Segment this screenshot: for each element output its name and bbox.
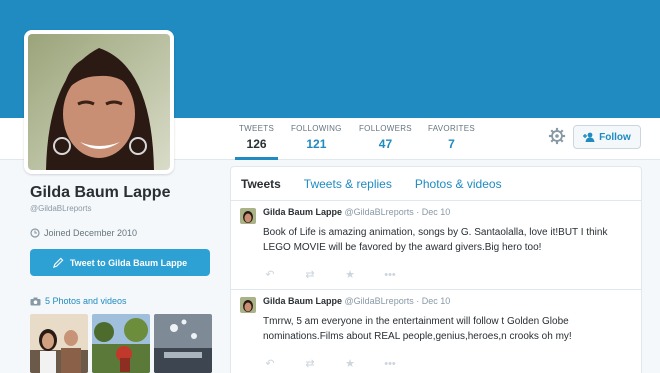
stat-tweets-value: 126 [246, 137, 267, 151]
profile-handle[interactable]: @GildaBLreports [30, 204, 91, 213]
tweet-item[interactable]: Gilda Baum Lappe @GildaBLreports · Dec 1… [231, 290, 641, 373]
tweet-author-name[interactable]: Gilda Baum Lappe [263, 207, 342, 217]
tweet-actions: ↶ ⇄ ★ ••• [263, 358, 397, 370]
stat-favorites-label: FAVORITES [428, 124, 476, 133]
stat-favorites-value: 7 [448, 137, 455, 151]
stat-followers[interactable]: FOLLOWERS 47 [359, 124, 412, 151]
favorite-icon[interactable]: ★ [343, 269, 357, 281]
tweet-actions: ↶ ⇄ ★ ••• [263, 269, 397, 281]
tab-tweets-replies[interactable]: Tweets & replies [304, 177, 392, 191]
calendar-clock-icon [30, 228, 40, 238]
joined-date-text: Joined December 2010 [44, 228, 138, 238]
tweet-text: Book of Life is amazing animation, songs… [263, 227, 608, 253]
tweet-header: Gilda Baum Lappe @GildaBLreports · Dec 1… [263, 207, 631, 217]
photo-thumbnails [30, 314, 212, 373]
tweet-avatar[interactable] [240, 208, 256, 224]
tweet-to-button[interactable]: Tweet to Gilda Baum Lappe [30, 249, 210, 276]
retweet-icon[interactable]: ⇄ [303, 358, 317, 370]
stat-following-value: 121 [306, 137, 327, 151]
follow-button-label: Follow [599, 131, 631, 143]
tweet-item[interactable]: Gilda Baum Lappe @GildaBLreports · Dec 1… [231, 201, 641, 290]
reply-icon[interactable]: ↶ [263, 269, 277, 281]
stat-followers-label: FOLLOWERS [359, 124, 412, 133]
joined-date: Joined December 2010 [30, 228, 137, 238]
timeline-tabs: Tweets Tweets & replies Photos & videos [231, 167, 641, 201]
photo-thumbnail[interactable] [30, 314, 88, 373]
tweet-meta: @GildaBLreports · Dec 10 [344, 207, 451, 217]
reply-icon[interactable]: ↶ [263, 358, 277, 370]
more-icon[interactable]: ••• [383, 269, 397, 281]
more-icon[interactable]: ••• [383, 358, 397, 370]
tab-tweets[interactable]: Tweets [241, 177, 281, 191]
tweet-text: Tmrrw, 5 am everyone in the entertainmen… [263, 316, 572, 342]
add-user-icon [583, 132, 595, 142]
profile-name[interactable]: Gilda Baum Lappe [30, 184, 170, 202]
tweet-author-name[interactable]: Gilda Baum Lappe [263, 296, 342, 306]
tweet-to-label: Tweet to Gilda Baum Lappe [69, 257, 188, 268]
photo-thumbnail[interactable] [154, 314, 212, 373]
profile-avatar[interactable] [24, 30, 174, 174]
follow-button[interactable]: Follow [573, 125, 641, 149]
stat-followers-value: 47 [378, 137, 393, 151]
tweets-timeline: Tweets Tweets & replies Photos & videos … [230, 166, 642, 373]
tweet-meta: @GildaBLreports · Dec 10 [344, 296, 451, 306]
photos-videos-label: 5 Photos and videos [45, 296, 127, 306]
camera-icon [30, 297, 41, 305]
stat-tweets[interactable]: TWEETS 126 [234, 124, 279, 160]
stat-following[interactable]: FOLLOWING 121 [291, 124, 342, 151]
stat-favorites[interactable]: FAVORITES 7 [428, 124, 475, 151]
tweet-avatar[interactable] [240, 297, 256, 313]
stat-tweets-label: TWEETS [239, 124, 275, 133]
compose-icon [52, 257, 64, 268]
tweet-header: Gilda Baum Lappe @GildaBLreports · Dec 1… [263, 296, 631, 306]
gear-icon[interactable] [548, 127, 566, 145]
photos-videos-link[interactable]: 5 Photos and videos [30, 296, 127, 306]
stat-following-label: FOLLOWING [291, 124, 342, 133]
tab-photos-videos[interactable]: Photos & videos [415, 177, 502, 191]
retweet-icon[interactable]: ⇄ [303, 269, 317, 281]
photo-thumbnail[interactable] [92, 314, 150, 373]
favorite-icon[interactable]: ★ [343, 358, 357, 370]
